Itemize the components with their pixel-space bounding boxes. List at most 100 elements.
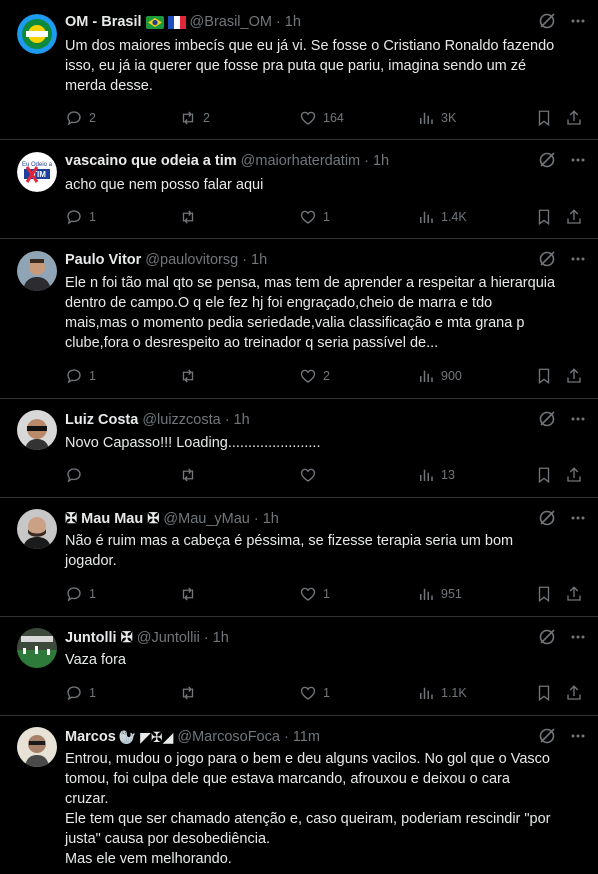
reply-button[interactable] bbox=[65, 465, 89, 485]
timestamp[interactable]: 1h bbox=[263, 511, 279, 527]
grok-icon[interactable] bbox=[538, 12, 556, 30]
author-name[interactable]: Juntolli ✠ bbox=[65, 630, 133, 646]
avatar[interactable] bbox=[17, 628, 57, 668]
heart-icon bbox=[300, 468, 316, 482]
share-button[interactable] bbox=[565, 683, 583, 703]
timestamp[interactable]: 1h bbox=[234, 412, 250, 428]
bookmark-button[interactable] bbox=[535, 108, 553, 128]
grok-icon[interactable] bbox=[538, 509, 556, 527]
repost-button[interactable] bbox=[179, 465, 203, 485]
avatar[interactable] bbox=[17, 410, 57, 450]
like-button[interactable]: 164 bbox=[299, 108, 344, 128]
author-handle[interactable]: @paulovitorsg bbox=[145, 252, 238, 268]
like-button[interactable]: 1 bbox=[299, 207, 330, 227]
reply-icon bbox=[67, 686, 81, 701]
bookmark-button[interactable] bbox=[535, 683, 553, 703]
views-button[interactable]: 1.4K bbox=[417, 207, 467, 227]
like-button[interactable]: 1 bbox=[299, 584, 330, 604]
reply-button[interactable]: 1 bbox=[65, 584, 96, 604]
author-name[interactable]: ✠ Mau Mau ✠ bbox=[65, 511, 159, 527]
views-button[interactable]: 951 bbox=[417, 584, 462, 604]
reply-button[interactable]: 1 bbox=[65, 207, 96, 227]
more-icon[interactable] bbox=[570, 411, 586, 427]
views-button[interactable]: 13 bbox=[417, 465, 455, 485]
tweet[interactable]: ✠ Mau Mau ✠ @Mau_yMau · 1h Não é ruim ma… bbox=[0, 498, 598, 617]
bookmark-button[interactable] bbox=[535, 207, 553, 227]
avatar[interactable] bbox=[17, 727, 57, 767]
reply-button[interactable]: 1 bbox=[65, 366, 96, 386]
author-name[interactable]: vascaino que odeia a tim bbox=[65, 153, 237, 169]
action-bar: 1 1 1.4K bbox=[65, 207, 586, 227]
timestamp[interactable]: 1h bbox=[251, 252, 267, 268]
share-icon bbox=[567, 209, 581, 224]
grok-icon[interactable] bbox=[538, 410, 556, 428]
heart-icon bbox=[300, 587, 316, 601]
tweet[interactable]: Marcos 🦭 ◤✠◢ @MarcosoFoca · 11m Entrou, … bbox=[0, 716, 598, 874]
views-button[interactable]: 3K bbox=[417, 108, 456, 128]
view-count: 1.4K bbox=[441, 210, 467, 224]
separator-dot: · bbox=[364, 153, 369, 169]
author-handle[interactable]: @Juntollii bbox=[137, 630, 200, 646]
more-icon[interactable] bbox=[570, 251, 586, 267]
more-icon[interactable] bbox=[570, 728, 586, 744]
separator-dot: · bbox=[203, 630, 209, 646]
like-count: 2 bbox=[323, 369, 330, 383]
grok-icon[interactable] bbox=[538, 727, 556, 745]
share-button[interactable] bbox=[565, 108, 583, 128]
views-icon bbox=[420, 370, 433, 382]
more-icon[interactable] bbox=[570, 629, 586, 645]
avatar[interactable] bbox=[17, 14, 57, 54]
more-icon[interactable] bbox=[570, 152, 586, 168]
more-icon[interactable] bbox=[570, 510, 586, 526]
author-name[interactable]: OM - Brasil bbox=[65, 14, 142, 30]
author-handle[interactable]: @maiorhaterdatim bbox=[241, 153, 360, 169]
bookmark-button[interactable] bbox=[535, 366, 553, 386]
avatar[interactable] bbox=[17, 509, 57, 549]
views-button[interactable]: 900 bbox=[417, 366, 462, 386]
views-button[interactable]: 1.1K bbox=[417, 683, 467, 703]
like-button[interactable]: 2 bbox=[299, 366, 330, 386]
tweet[interactable]: Paulo Vitor @paulovitorsg · 1h Ele n foi… bbox=[0, 239, 598, 399]
author-handle[interactable]: @Mau_yMau bbox=[163, 511, 249, 527]
timestamp[interactable]: 1h bbox=[373, 153, 389, 169]
bookmark-button[interactable] bbox=[535, 584, 553, 604]
grok-icon[interactable] bbox=[538, 628, 556, 646]
repost-button[interactable] bbox=[179, 584, 203, 604]
repost-button[interactable]: 2 bbox=[179, 108, 210, 128]
author-name[interactable]: Paulo Vitor bbox=[65, 252, 141, 268]
author-name[interactable]: Luiz Costa bbox=[65, 412, 138, 428]
repost-button[interactable] bbox=[179, 207, 203, 227]
repost-button[interactable] bbox=[179, 366, 203, 386]
reply-button[interactable]: 2 bbox=[65, 108, 96, 128]
avatar[interactable] bbox=[17, 251, 57, 291]
share-icon bbox=[567, 685, 581, 700]
separator-dot: · bbox=[242, 252, 248, 268]
author-handle[interactable]: @Brasil_OM bbox=[190, 14, 272, 30]
tweet[interactable]: Eu Odeio a TIM vascaino que odeia a tim @… bbox=[0, 140, 598, 239]
timestamp[interactable]: 11m bbox=[293, 729, 320, 745]
tweet[interactable]: Luiz Costa @luizzcosta · 1h Novo Capasso… bbox=[0, 399, 598, 498]
tweet[interactable]: OM - Brasil @Brasil_OM · 1h Um dos maior… bbox=[0, 0, 598, 140]
timestamp[interactable]: 1h bbox=[285, 14, 301, 30]
share-icon bbox=[567, 467, 581, 482]
share-button[interactable] bbox=[565, 465, 583, 485]
author-name[interactable]: Marcos bbox=[65, 729, 116, 745]
view-count: 951 bbox=[441, 587, 462, 601]
reply-button[interactable]: 1 bbox=[65, 683, 96, 703]
share-button[interactable] bbox=[565, 366, 583, 386]
grok-icon[interactable] bbox=[538, 151, 556, 169]
repost-button[interactable] bbox=[179, 683, 203, 703]
avatar[interactable]: Eu Odeio a TIM bbox=[17, 152, 57, 192]
like-button[interactable] bbox=[299, 465, 323, 485]
grok-icon[interactable] bbox=[538, 250, 556, 268]
like-button[interactable]: 1 bbox=[299, 683, 330, 703]
author-handle[interactable]: @luizzcosta bbox=[142, 412, 220, 428]
author-handle[interactable]: @MarcosoFoca bbox=[177, 729, 280, 745]
bookmark-button[interactable] bbox=[535, 465, 553, 485]
tweet[interactable]: Juntolli ✠ @Juntollii · 1h Vaza fora 1 1… bbox=[0, 617, 598, 716]
repost-icon bbox=[182, 111, 194, 125]
timestamp[interactable]: 1h bbox=[213, 630, 229, 646]
share-button[interactable] bbox=[565, 207, 583, 227]
share-button[interactable] bbox=[565, 584, 583, 604]
more-icon[interactable] bbox=[570, 13, 586, 29]
